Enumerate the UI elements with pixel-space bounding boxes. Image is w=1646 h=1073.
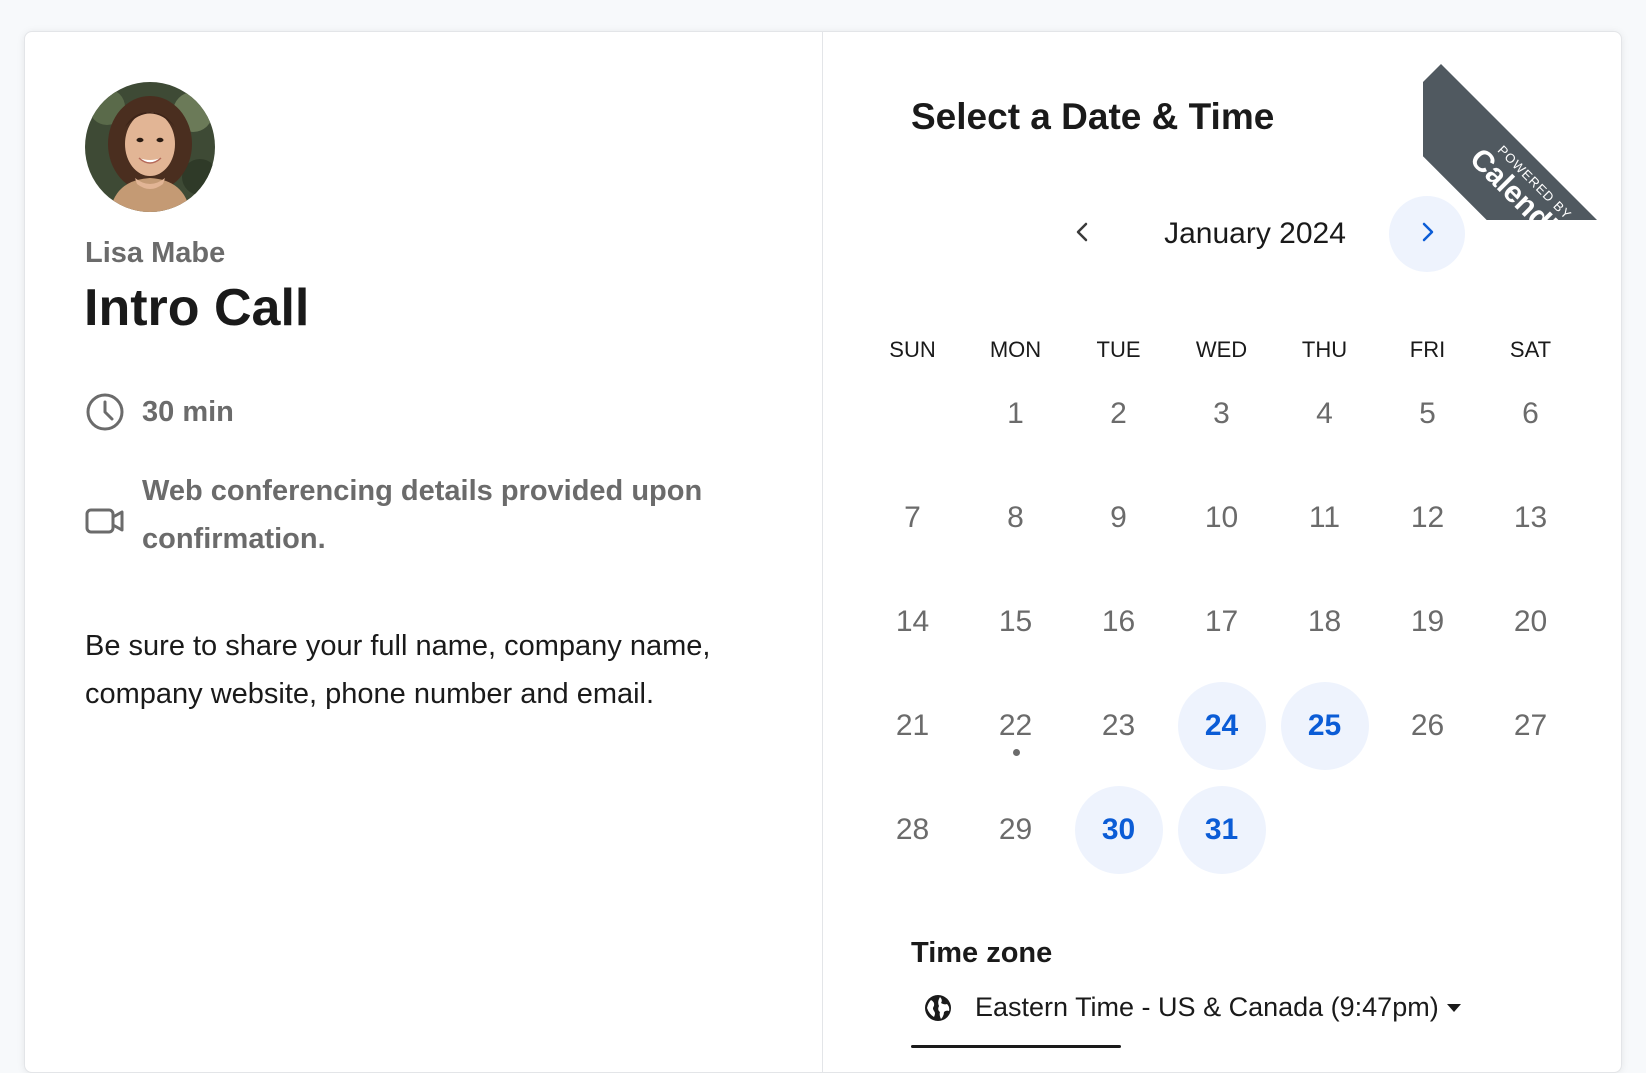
day-number: 6 [1522,397,1539,430]
day-number: 22 [998,709,1033,742]
day-number: 8 [1007,501,1024,534]
month-navigation: January 2024 [1045,196,1475,272]
day-number: 9 [1110,501,1127,534]
day-9: 9 [1067,466,1170,570]
day-24[interactable]: 24 [1170,674,1273,778]
day-23: 23 [1067,674,1170,778]
day-number: 21 [895,709,930,742]
day-number: 12 [1410,501,1445,534]
day-number: 7 [904,501,921,534]
day-29: 29 [964,778,1067,882]
day-1: 1 [964,362,1067,466]
previous-month-button[interactable] [1045,196,1121,272]
event-details-pane: Lisa Mabe Intro Call 30 min Web conferen… [25,32,823,1072]
host-avatar [85,82,215,212]
day-number: 13 [1513,501,1548,534]
day-27: 27 [1479,674,1582,778]
day-number: 5 [1419,397,1436,430]
day-number: 11 [1308,501,1341,534]
day-number: 15 [998,605,1033,638]
day-16: 16 [1067,570,1170,674]
next-month-button[interactable] [1389,196,1465,272]
duration-text: 30 min [142,396,234,428]
day-number: 4 [1316,397,1333,430]
day-21: 21 [861,674,964,778]
day-number: 2 [1110,397,1127,430]
day-number[interactable]: 31 [1177,786,1266,874]
event-title: Intro Call [84,279,310,337]
day-number: 1 [1007,397,1024,430]
chevron-right-icon [1415,220,1439,249]
day-11: 11 [1273,466,1376,570]
timezone-underline [911,1045,1121,1048]
day-number: 26 [1410,709,1445,742]
day-22: 22 [964,674,1067,778]
booking-card: Lisa Mabe Intro Call 30 min Web conferen… [24,31,1622,1073]
day-number: 10 [1204,501,1239,534]
day-28: 28 [861,778,964,882]
day-31[interactable]: 31 [1170,778,1273,882]
day-number: 23 [1101,709,1136,742]
day-15: 15 [964,570,1067,674]
day-10: 10 [1170,466,1273,570]
weekday-tue: TUE [1096,337,1141,362]
day-number: 14 [895,605,930,638]
day-14: 14 [861,570,964,674]
day-number[interactable]: 24 [1177,682,1266,770]
day-3: 3 [1170,362,1273,466]
day-number: 17 [1204,605,1239,638]
host-name: Lisa Mabe [85,237,226,269]
day-number: 19 [1410,605,1445,638]
scheduler-title: Select a Date & Time [911,96,1275,137]
day-20: 20 [1479,570,1582,674]
day-5: 5 [1376,362,1479,466]
day-13: 13 [1479,466,1582,570]
weekday-thu: THU [1301,337,1348,362]
weekday-sat: SAT [1509,337,1552,362]
day-6: 6 [1479,362,1582,466]
clock-icon [85,392,125,432]
timezone-value: Eastern Time - US & Canada (9:47pm) [975,992,1439,1022]
day-19: 19 [1376,570,1479,674]
day-17: 17 [1170,570,1273,674]
caret-down-icon [1446,1003,1461,1012]
day-7: 7 [861,466,964,570]
day-18: 18 [1273,570,1376,674]
day-number[interactable]: 25 [1280,682,1369,770]
day-8: 8 [964,466,1067,570]
globe-icon [923,993,953,1023]
month-label: January 2024 [1164,217,1346,250]
duration-row: 30 min [85,392,234,436]
day-number[interactable]: 30 [1074,786,1163,874]
weekday-mon: MON [989,337,1042,362]
day-number: 29 [998,813,1033,846]
chevron-left-icon [1071,220,1095,249]
timezone-select[interactable]: Eastern Time - US & Canada (9:47pm) [923,992,1461,1023]
weekday-header: SUN MON TUE WED THU FRI SAT [861,337,1581,363]
timezone-title: Time zone [911,937,1053,969]
day-blank [861,362,964,466]
day-number: 3 [1213,397,1230,430]
conferencing-text: Web conferencing details provided upon c… [142,475,703,555]
day-number: 28 [895,813,930,846]
today-indicator-dot [1012,749,1020,756]
conferencing-row: Web conferencing details provided upon c… [85,467,742,563]
day-25[interactable]: 25 [1273,674,1376,778]
day-number: 27 [1513,709,1548,742]
day-12: 12 [1376,466,1479,570]
day-number: 16 [1101,605,1136,638]
day-2: 2 [1067,362,1170,466]
calendar-grid: 1 2 3 4 5 6 7 8 9 10 11 12 13 14 15 16 17 18 19 20 21 22 23 24 2… [861,362,1581,882]
event-description: Be sure to share your full name, company… [85,630,711,710]
day-30[interactable]: 30 [1067,778,1170,882]
weekday-wed: WED [1195,337,1248,362]
video-camera-icon [85,501,125,541]
weekday-sun: SUN [889,337,936,362]
day-4: 4 [1273,362,1376,466]
day-26: 26 [1376,674,1479,778]
day-number: 20 [1513,605,1548,638]
weekday-fri: FRI [1409,337,1446,362]
day-number: 18 [1307,605,1342,638]
